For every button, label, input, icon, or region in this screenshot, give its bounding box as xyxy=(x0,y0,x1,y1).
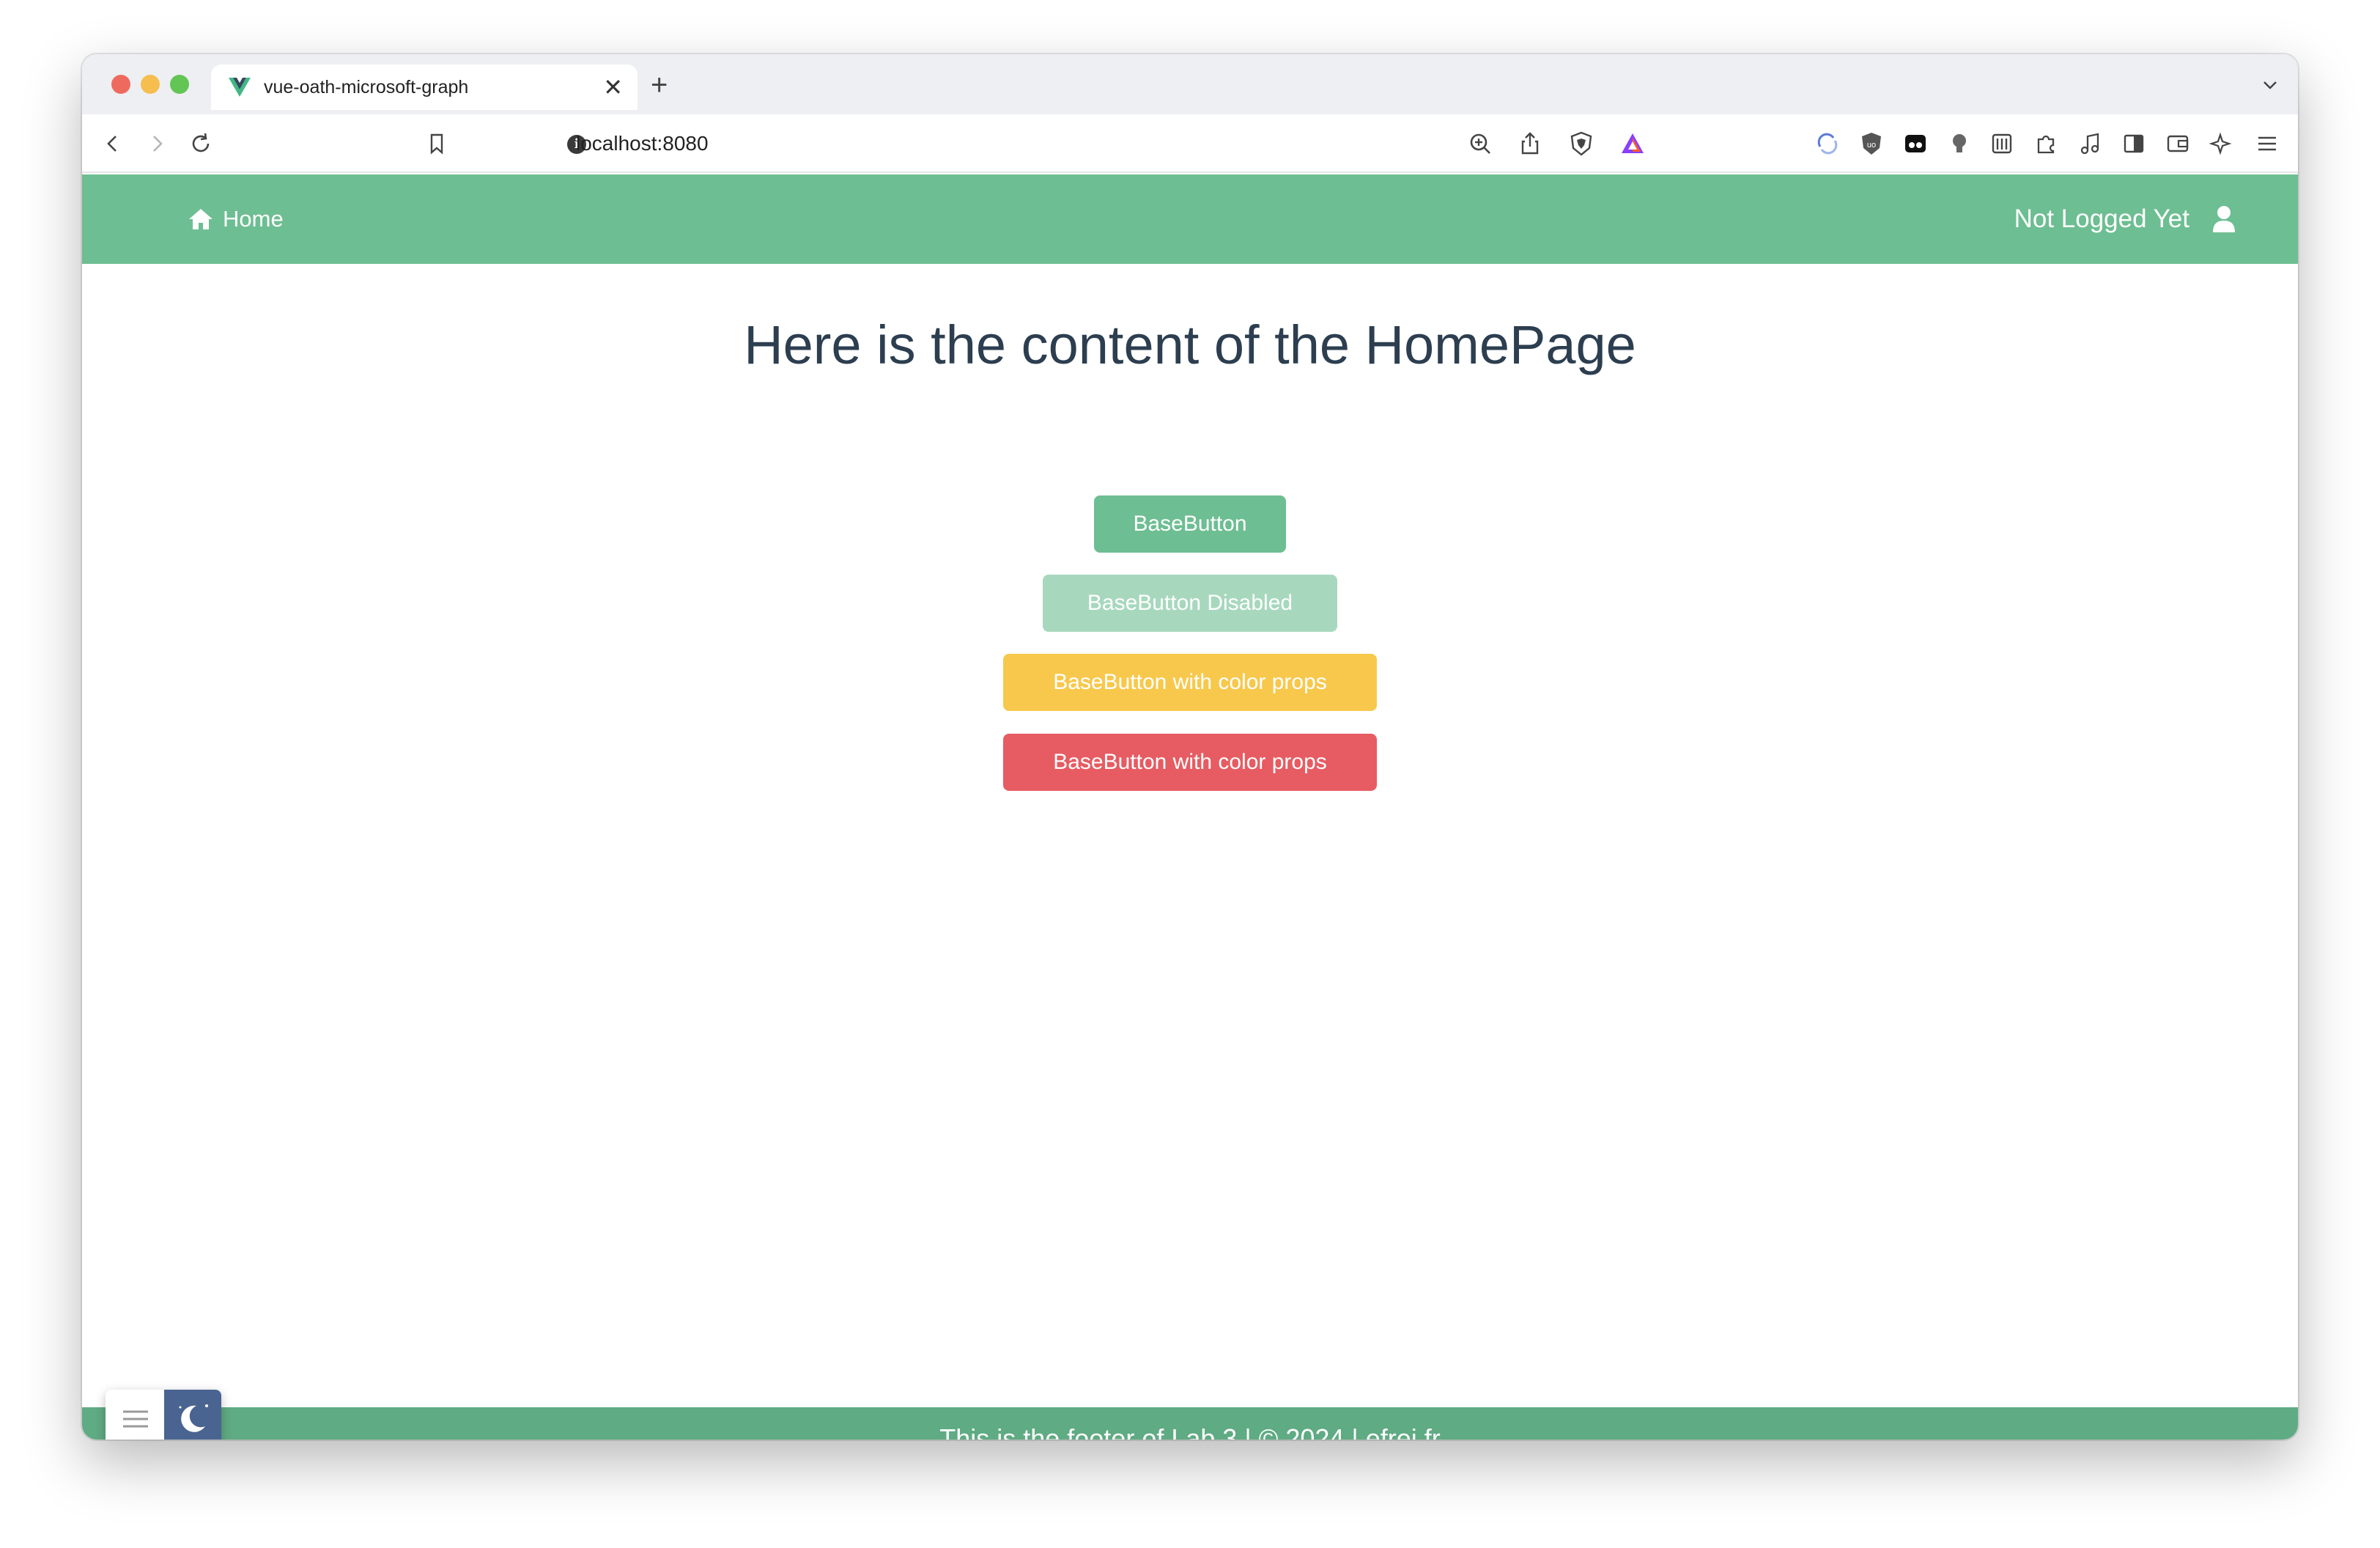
forward-icon[interactable] xyxy=(142,129,171,158)
address-bar[interactable]: i localhost:8080 xyxy=(473,122,1675,166)
maximize-window-button[interactable] xyxy=(170,75,189,94)
hamburger-icon[interactable] xyxy=(122,1407,149,1431)
browser-window: vue-oath-microsoft-graph ✕ + i localhost… xyxy=(82,54,2298,1440)
brave-rewards-icon[interactable] xyxy=(1618,129,1647,158)
page-viewport: Home Not Logged Yet Here is the content … xyxy=(82,174,2298,1440)
translate-extension-icon[interactable] xyxy=(1813,129,1842,158)
leo-ai-icon[interactable] xyxy=(2207,129,2236,158)
tab-close-icon[interactable]: ✕ xyxy=(603,64,623,110)
archive-icon[interactable] xyxy=(1987,129,2017,158)
tab-strip: vue-oath-microsoft-graph ✕ + xyxy=(82,54,2298,114)
url-text[interactable]: localhost:8080 xyxy=(576,122,709,166)
user-icon xyxy=(2213,206,2235,232)
hamburger-menu-icon[interactable] xyxy=(2252,129,2282,158)
footer-text: This is the footer of Lab 3 | © 2024 | e… xyxy=(939,1423,1441,1440)
vue-logo-icon xyxy=(229,78,251,97)
minimize-window-button[interactable] xyxy=(141,75,160,94)
chevron-down-icon[interactable] xyxy=(2260,75,2280,95)
close-window-button[interactable] xyxy=(111,75,130,94)
nav-home-link[interactable]: Home xyxy=(188,174,284,264)
share-icon[interactable] xyxy=(1515,129,1545,158)
top-navbar: Home Not Logged Yet xyxy=(82,174,2298,264)
nav-home-label: Home xyxy=(223,206,284,232)
browser-toolbar: i localhost:8080 uo xyxy=(82,114,2298,173)
tab-title: vue-oath-microsoft-graph xyxy=(264,77,469,97)
user-status-label: Not Logged Yet xyxy=(2014,204,2189,233)
browser-tab[interactable]: vue-oath-microsoft-graph ✕ xyxy=(211,64,638,110)
base-button-yellow[interactable]: BaseButton with color props xyxy=(1003,654,1377,711)
new-tab-button[interactable]: + xyxy=(651,64,668,106)
base-button[interactable]: BaseButton xyxy=(1094,495,1286,553)
wallet-icon[interactable] xyxy=(2163,129,2192,158)
theme-widget xyxy=(106,1390,221,1440)
base-button-red[interactable]: BaseButton with color props xyxy=(1003,734,1377,791)
svg-text:uo: uo xyxy=(1867,141,1876,150)
moon-icon xyxy=(179,1404,208,1432)
home-icon xyxy=(189,209,212,229)
page-title: Here is the content of the HomePage xyxy=(744,314,1636,375)
lightbulb-icon[interactable] xyxy=(1945,129,1974,158)
reload-icon[interactable] xyxy=(186,129,215,158)
zoom-icon[interactable] xyxy=(1466,129,1495,158)
bookmark-icon[interactable] xyxy=(422,129,451,158)
tab-extension-icon[interactable] xyxy=(1901,129,1930,158)
brave-shield-icon[interactable] xyxy=(1567,129,1596,158)
music-note-icon[interactable] xyxy=(2075,129,2104,158)
page-footer: This is the footer of Lab 3 | © 2024 | e… xyxy=(82,1407,2298,1440)
base-button-disabled: BaseButton Disabled xyxy=(1043,575,1337,632)
back-icon[interactable] xyxy=(98,129,128,158)
ublock-icon[interactable]: uo xyxy=(1857,129,1886,158)
theme-toggle-button[interactable] xyxy=(164,1390,221,1440)
sidebar-icon[interactable] xyxy=(2119,129,2148,158)
nav-user-status[interactable]: Not Logged Yet xyxy=(2014,174,2236,264)
extensions-puzzle-icon[interactable] xyxy=(2031,129,2061,158)
